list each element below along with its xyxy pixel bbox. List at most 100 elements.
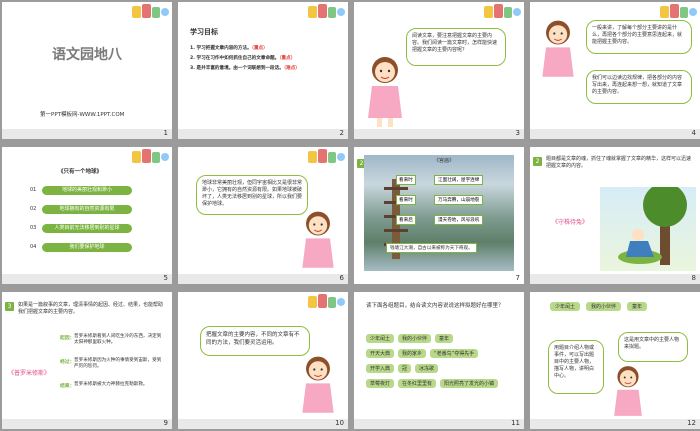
slide-bottom-bar (354, 419, 524, 429)
slide-bottom-bar (2, 129, 172, 139)
slide-bottom-bar (530, 274, 700, 284)
step-text: 普罗米修斯因为火种的事情受到宙斯，受到严厉的惩罚。 (74, 358, 162, 369)
title-chip: 冰冻歌 (415, 364, 439, 373)
point-text: 我们要保护地球 (42, 243, 132, 252)
step-item: 经过： 普罗米修斯因为火种的事情受到宙斯，受到严厉的惩罚。 (60, 358, 166, 380)
title-row: 开天大典 我的家乡 “老番鸟”夺得先手 (366, 349, 516, 358)
slide-thumbnail-6[interactable]: 地球非常美丽壮观，但同宇宙相比又是很非常渺小，它拥有的自然资源有限。如果地球被破… (178, 147, 348, 284)
speech-bubble-2: 这是用文章中的主要人物来拟题。 (618, 332, 688, 362)
slide-bottom-bar (178, 274, 348, 284)
slide-number: 5 (163, 274, 168, 282)
slide-number: 10 (335, 419, 344, 427)
title-row: 开学入典 冠 冰冻歌 (366, 364, 516, 373)
slide-thumbnail-9[interactable]: 3 如果是一篇叙事的文章，理清事情的起因、经过、结果，也能帮助我们把握文章的主要… (2, 292, 172, 429)
question-text: 读下面各组题目，结合读文内容说说这样拟题好在哪里？ (366, 303, 504, 309)
goal-tag: （重点） (279, 56, 296, 61)
section-badge: 2 (533, 157, 542, 166)
title-chip: 冠 (398, 364, 412, 373)
goal-tag: （重点） (251, 46, 268, 51)
decoration-icons (132, 4, 169, 18)
slide-bottom-bar (530, 419, 700, 429)
section-badge: 3 (5, 302, 14, 311)
title-chip: 童年 (627, 302, 648, 311)
slide-number: 2 (339, 129, 344, 137)
title-groups: 少年闰土 我的小伙伴 童年 开天大典 我的家乡 “老番鸟”夺得先手 开学入典 冠… (366, 334, 516, 388)
row-item: 看来后 漫天卷地，风号浪吼 (396, 213, 506, 227)
title-chip: 草莓夜灯 (366, 379, 395, 388)
decoration-icons (484, 4, 521, 18)
girl-character-icon (368, 57, 402, 127)
slide-thumbnail-2[interactable]: 学习目标 1. 学习把握文章内容的方法。（重点） 2. 学习在习作中如何抓住自己… (178, 2, 348, 139)
step-list: 起因： 普罗米修斯看到人间吃生冷的东西，决定到太阳神那里取火种。 经过： 普罗米修斯… (60, 334, 166, 404)
goal-tag: （难点） (283, 66, 300, 71)
step-tag: 经过： (60, 360, 75, 365)
goal-item: 2. 学习在习作中如何抓住自己的文章命题。（重点） (190, 54, 340, 64)
goal-item: 3. 是并丰富的意境。由一个词联想到一段话。（难点） (190, 64, 340, 74)
point-number: 01 (30, 187, 37, 193)
tree-and-farmer-icon (618, 183, 687, 265)
step-text: 普罗米修斯看到人间吃生冷的东西，决定到太阳神那里取火种。 (74, 334, 162, 345)
slide-number: 12 (687, 419, 696, 427)
slide-thumbnail-1[interactable]: 语文园地八 第一PPT模板网-WWW.1PPT.COM 1 (2, 2, 172, 139)
row-tag: 看来时 (396, 175, 416, 185)
title-chip: 我的家乡 (398, 349, 427, 358)
point-text: 地球拥有的自然资源有限 (42, 205, 132, 214)
title-chip: 在冬红里里有 (398, 379, 437, 388)
slide-footer: 第一PPT模板网-WWW.1PPT.COM (40, 112, 125, 118)
slide-thumbnail-7[interactable]: 2 《宫庙》 看来时 江面壮阔，屋宇连绵 看来时 万马奔腾，山崩地裂 看来后 漫天卷地… (354, 147, 524, 284)
title-chip: 少年闰土 (366, 334, 395, 343)
girl-character-icon (614, 366, 642, 416)
row-text: 万马奔腾，山崩地裂 (434, 195, 484, 205)
point-number: 02 (30, 206, 37, 212)
step-item: 起因： 普罗米修斯看到人间吃生冷的东西，决定到太阳神那里取火种。 (60, 334, 166, 356)
slide-bottom-bar (178, 419, 348, 429)
step-text: 普罗米修斯被大力神赫拉克勒斯救。 (74, 382, 148, 387)
decoration-icons (308, 294, 345, 308)
slide-heading: 学习目标 (190, 28, 218, 36)
slide-thumbnail-5[interactable]: 《只有一个地球》 01 地球的美丽壮观和渺小 02 地球拥有的自然资源有限 03 人类… (2, 147, 172, 284)
slide-bottom-bar (178, 129, 348, 139)
slide-thumbnail-12[interactable]: 少年闰土 我的小伙伴 童年 用题目介绍人物或事件，可以写出题目中的主要人物，描写… (530, 292, 700, 429)
slide-bottom-bar (354, 129, 524, 139)
row-text: 江面壮阔，屋宇连绵 (434, 175, 484, 185)
slide-bottom-bar (530, 129, 700, 139)
slide-number: 9 (163, 419, 168, 427)
title-chip: “老番鸟”夺得先手 (430, 349, 479, 358)
speech-bubble-1: 一般来讲，了解每个部分主要讲的是什么，再把各个部分的主要意思连起来，就能把握主要… (586, 20, 692, 54)
slide-number: 11 (511, 419, 520, 427)
row-item: 看来时 江面壮阔，屋宇连绵 (396, 173, 506, 187)
row-tag: 看来后 (396, 215, 416, 225)
summary-text: 钱塘江大潮，自古以来被称为天下奇观。 (386, 243, 477, 253)
slide-number: 4 (691, 129, 696, 137)
step-tag: 起因： (60, 336, 75, 341)
tag-row: 少年闰土 我的小伙伴 童年 (550, 302, 648, 311)
slide-number: 8 (691, 274, 696, 282)
point-text: 地球的美丽壮观和渺小 (42, 186, 132, 195)
goal-text: 1. 学习把握文章内容的方法。 (190, 46, 252, 51)
decoration-icons (132, 149, 169, 163)
point-list: 01 地球的美丽壮观和渺小 02 地球拥有的自然资源有限 03 人类目前无法移居到别的… (30, 185, 142, 254)
row-item: 看来时 万马奔腾，山崩地裂 (396, 193, 506, 207)
title-chip: 阳光照亮了发光的小镇 (440, 379, 499, 388)
slide-number: 6 (339, 274, 344, 282)
title-chip: 开天大典 (366, 349, 395, 358)
goal-item: 1. 学习把握文章内容的方法。（重点） (190, 44, 340, 54)
slide-text: 题目都是文章的魂，抓住了魂就掌握了文章的精华，这样可以迅速把握文章的内容。 (546, 156, 692, 169)
slide-thumbnail-8[interactable]: 2 题目都是文章的魂，抓住了魂就掌握了文章的精华，这样可以迅速把握文章的内容。 … (530, 147, 700, 284)
step-tag: 结果： (60, 384, 75, 389)
slide-thumbnail-10[interactable]: 把握文章的主要内容，不同的文章有不同的方法，我们要灵活运用。 10 (178, 292, 348, 429)
slide-thumbnail-11[interactable]: 读下面各组题目，结合读文内容说说这样拟题好在哪里？ 少年闰土 我的小伙伴 童年 … (354, 292, 524, 429)
slide-thumbnail-3[interactable]: 阅读文章，要注意把握文章的主要内容。我们阅读一篇文章时，怎样能快速把握文章的主要… (354, 2, 524, 139)
point-number: 03 (30, 225, 37, 231)
slide-thumbnail-4[interactable]: 一般来讲，了解每个部分主要讲的是什么，再把各个部分的主要意思连起来，就能把握主要… (530, 2, 700, 139)
point-item: 04 我们要保护地球 (30, 242, 142, 254)
title-row: 少年闰土 我的小伙伴 童年 (366, 334, 516, 343)
goal-text: 2. 学习在习作中如何抓住自己的文章命题。 (190, 56, 280, 61)
photo-title: 《宫庙》 (434, 158, 455, 164)
slide-title: 《只有一个地球》 (58, 169, 103, 175)
slide-intro: 如果是一篇叙事的文章，理清事情的起因、经过、结果，也能帮助我们把握文章的主要内容… (18, 302, 164, 315)
girl-character-icon (542, 20, 574, 77)
point-text: 人类目前无法移居到别的星球 (42, 224, 132, 233)
slide-sorter-grid: 语文园地八 第一PPT模板网-WWW.1PPT.COM 1 学习目标 1. 学习… (0, 0, 700, 431)
speech-bubble: 阅读文章，要注意把握文章的主要内容。我们阅读一篇文章时，怎样能快速把握文章的主要… (406, 28, 506, 66)
